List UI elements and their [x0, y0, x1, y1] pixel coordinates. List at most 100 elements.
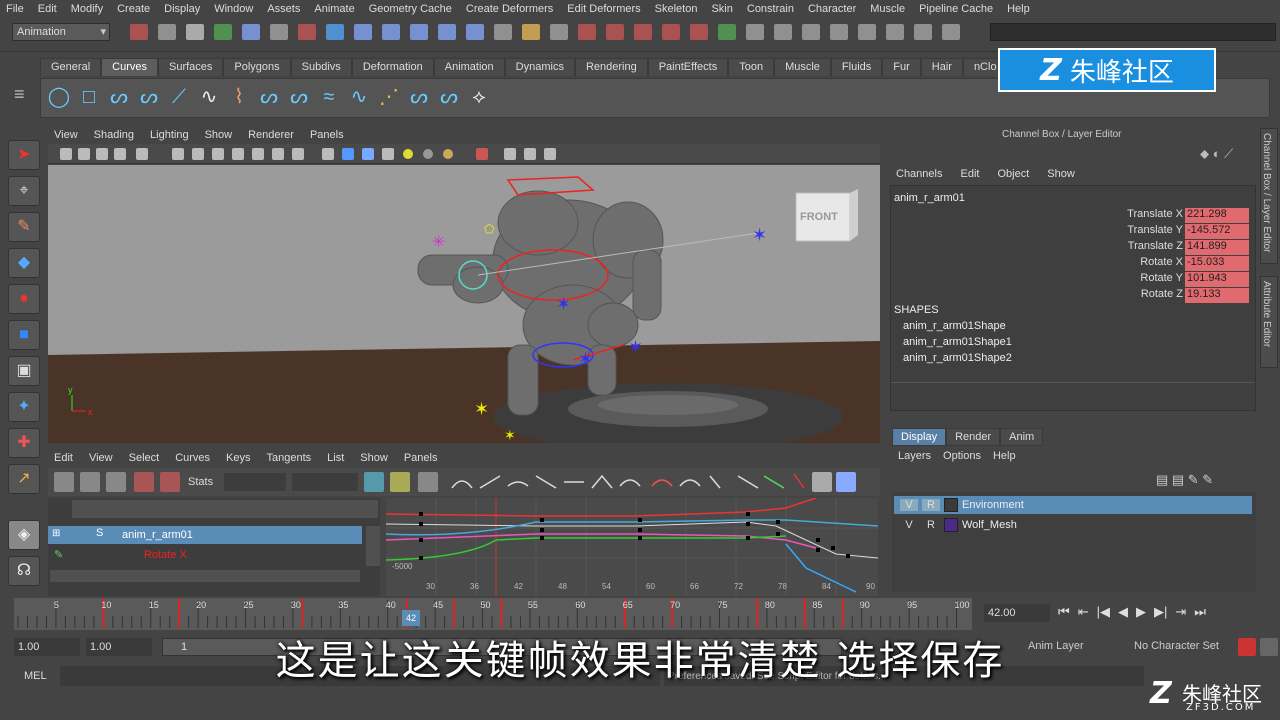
paint-select-tool-icon[interactable]: ✎	[8, 212, 40, 242]
circle-curve-icon[interactable]: ◯	[46, 84, 72, 110]
outliner-search-field[interactable]	[72, 500, 378, 518]
playback-controls[interactable]: ⏮ ⇤ |◀ ◀ ▶ ▶| ⇥ ⏭	[1058, 604, 1280, 624]
mode-selector[interactable]: Animation	[12, 23, 110, 41]
step-back-icon[interactable]: |◀	[1097, 604, 1110, 624]
step-back-key-icon[interactable]: ⇤	[1078, 604, 1089, 624]
status-line-icon[interactable]	[242, 24, 260, 40]
shelf-tab-painteffects[interactable]: PaintEffects	[647, 58, 729, 76]
pencil-curve-icon[interactable]: ⟋	[166, 84, 192, 110]
layer-menu-help[interactable]: Help	[993, 450, 1016, 462]
layer-tab-anim[interactable]: Anim	[1000, 428, 1044, 446]
keyframe-marker[interactable]	[453, 598, 456, 628]
status-line-icon[interactable]	[830, 24, 848, 40]
status-line-icon[interactable]	[326, 24, 344, 40]
status-line-icon[interactable]	[494, 24, 512, 40]
viewport-toolbar-icons[interactable]	[48, 144, 880, 164]
shelf-tab-fluids[interactable]: Fluids	[830, 58, 883, 76]
attach-curve-icon[interactable]: ᔕ	[256, 84, 282, 110]
graph-menu-tangents[interactable]: Tangents	[267, 452, 312, 464]
channel-attribute-value[interactable]: -15.033	[1185, 256, 1249, 271]
graph-toolbar-icons[interactable]	[48, 468, 880, 496]
channel-box-icons[interactable]: ⬥ ◐ ⟋	[1200, 146, 1260, 162]
side-tab-channel-box[interactable]: Channel Box / Layer Editor	[1260, 128, 1278, 264]
channel-attribute-value[interactable]: 101.943	[1185, 272, 1249, 287]
step-forward-key-icon[interactable]: ⇥	[1175, 604, 1186, 624]
sculpt-curve-icon[interactable]: ⟡	[466, 84, 492, 110]
status-line-icon[interactable]	[634, 24, 652, 40]
offset-curve-icon[interactable]: ⋰	[376, 84, 402, 110]
status-line-icon[interactable]	[662, 24, 680, 40]
status-line-icon[interactable]	[270, 24, 288, 40]
menu-geometry-cache[interactable]: Geometry Cache	[369, 3, 452, 15]
channel-attribute-value[interactable]: 19.133	[1185, 288, 1249, 303]
arc-tool-icon[interactable]: ∿	[196, 84, 222, 110]
rebuild-curve-icon[interactable]: ᔕ	[406, 84, 432, 110]
keyframe-marker[interactable]	[756, 598, 759, 628]
keyframe-marker[interactable]	[301, 598, 304, 628]
status-line-icon[interactable]	[130, 24, 148, 40]
channel-attribute-row[interactable]: Rotate Y 101.943	[891, 272, 1253, 288]
channel-box-menu-edit[interactable]: Edit	[960, 168, 979, 180]
layer-name[interactable]: Wolf_Mesh	[962, 519, 1017, 531]
shelf-tab-muscle[interactable]: Muscle	[774, 58, 831, 76]
shape-node-item[interactable]: anim_r_arm01Shape2	[903, 352, 1012, 364]
status-line-icon[interactable]	[718, 24, 736, 40]
align-curve-icon[interactable]: ≈	[316, 84, 342, 110]
menu-character[interactable]: Character	[808, 3, 856, 15]
shelf-side-icon[interactable]: ≡	[14, 84, 36, 112]
channel-box-menu-object[interactable]: Object	[997, 168, 1029, 180]
status-line-icon[interactable]	[158, 24, 176, 40]
menu-skin[interactable]: Skin	[711, 3, 732, 15]
status-line-icon[interactable]	[942, 24, 960, 40]
viewport-menu-lighting[interactable]: Lighting	[150, 129, 189, 141]
viewport-menu-panels[interactable]: Panels	[310, 129, 344, 141]
current-frame-marker[interactable]: 42	[402, 610, 420, 626]
layer-visibility-toggle[interactable]: V	[900, 519, 918, 531]
shelf-tab-curves[interactable]: Curves	[101, 58, 158, 76]
layer-row[interactable]: V R Wolf_Mesh	[894, 516, 1252, 534]
outliner-hscrollbar[interactable]	[50, 570, 360, 582]
status-line-icon[interactable]	[466, 24, 484, 40]
graph-editor-area[interactable]: -5000 30 36 42 48 54 60 66 72 78 84 90	[386, 498, 878, 596]
shelf-tab-toon[interactable]: Toon	[728, 58, 775, 76]
play-forward-icon[interactable]: ▶	[1136, 604, 1146, 624]
smooth-curve-icon[interactable]: ᔕ	[436, 84, 462, 110]
move-tool-icon[interactable]: ◆	[8, 248, 40, 278]
outliner-scrollbar[interactable]	[366, 526, 380, 566]
play-backward-icon[interactable]: ◀	[1118, 604, 1128, 624]
menu-skeleton[interactable]: Skeleton	[655, 3, 698, 15]
go-to-end-icon[interactable]: ⏭	[1194, 604, 1206, 624]
ep-curve-icon[interactable]: ᔕ	[136, 84, 162, 110]
layer-visibility-toggle[interactable]: V	[900, 499, 918, 511]
menu-edit[interactable]: Edit	[38, 3, 57, 15]
status-line-icon[interactable]	[522, 24, 540, 40]
status-line-icon[interactable]	[186, 24, 204, 40]
keyframe-marker[interactable]	[803, 598, 806, 628]
menu-create-deformers[interactable]: Create Deformers	[466, 3, 553, 15]
status-line-search-field[interactable]	[990, 23, 1276, 41]
shelf-tab-fur[interactable]: Fur	[882, 58, 921, 76]
shelf-tab-subdivs[interactable]: Subdivs	[290, 58, 352, 76]
menu-constrain[interactable]: Constrain	[747, 3, 794, 15]
channel-attribute-value[interactable]: -145.572	[1185, 224, 1249, 239]
layer-name[interactable]: Environment	[962, 499, 1024, 511]
layer-render-toggle[interactable]: R	[922, 519, 940, 531]
current-frame-field[interactable]: 42.00	[984, 604, 1050, 622]
graph-menu-curves[interactable]: Curves	[175, 452, 210, 464]
menu-modify[interactable]: Modify	[71, 3, 103, 15]
channel-attribute-row[interactable]: Translate Y -145.572	[891, 224, 1253, 240]
shelf-tab-dynamics[interactable]: Dynamics	[504, 58, 575, 76]
status-line-icon[interactable]	[410, 24, 428, 40]
viewport-menu-renderer[interactable]: Renderer	[248, 129, 294, 141]
menu-pipeline-cache[interactable]: Pipeline Cache	[919, 3, 993, 15]
status-line-icon[interactable]	[690, 24, 708, 40]
shape-node-item[interactable]: anim_r_arm01Shape1	[903, 336, 1012, 348]
menu-edit-deformers[interactable]: Edit Deformers	[567, 3, 640, 15]
layer-editor-icons[interactable]: ▤ ▤ ✎ ✎	[1156, 472, 1256, 490]
graph-menu-edit[interactable]: Edit	[54, 452, 73, 464]
status-line-icon[interactable]	[606, 24, 624, 40]
lasso-tool-icon[interactable]: ⌖	[8, 176, 40, 206]
status-line-icon[interactable]	[298, 24, 316, 40]
layout-single-icon[interactable]: ◈	[8, 520, 40, 550]
channel-attribute-row[interactable]: Rotate X -15.033	[891, 256, 1253, 272]
